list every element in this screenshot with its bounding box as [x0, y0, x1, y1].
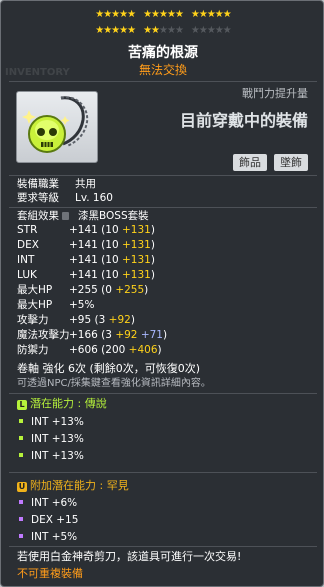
divider [9, 81, 317, 82]
stat-row-defense: 防禦力 +606 (200 +406) [17, 344, 162, 356]
currently-equipped-text: 目前穿戴中的裝備 [179, 111, 308, 130]
stat-row-dex: DEX +141 (10 +131) [17, 239, 155, 251]
star-row-1: ★★★★★ ★★★★★ ★★★★★ [1, 9, 323, 21]
additional-potential-header: U 附加潛在能力 : 罕見 [17, 479, 129, 492]
bullet-icon [19, 419, 23, 423]
level-requirement: 要求等級 Lv. 160 [17, 192, 113, 204]
star-group: ★★★★★ [143, 9, 184, 20]
divider [9, 207, 317, 208]
upgrade-info: 卷軸 強化 6次 (剩餘0次，可恢復0次) [17, 362, 201, 375]
stat-row-maxhp: 最大HP +255 (0 +255) [17, 284, 149, 296]
star-group: ★★★★★ [95, 9, 136, 20]
stat-row-magic-attack: 魔法攻擊力+166 (3 +92 +71) [17, 329, 168, 341]
set-effect: 套組效果 漆黑BOSS套裝 [17, 210, 149, 222]
potential-line: INT +13% [19, 450, 84, 462]
stat-row-str: STR +141 (10 +131) [17, 224, 155, 236]
category-badge-accessory: 飾品 [233, 154, 267, 171]
unique-tier-icon: U [17, 482, 27, 492]
empty-star-group: ★★★★★ [190, 25, 232, 36]
additional-potential-line: DEX +15 [19, 514, 78, 526]
additional-potential-line: INT +5% [19, 531, 77, 543]
scissors-note: 若使用白金神奇剪刀，該道具可進行一次交易! [17, 550, 242, 563]
star-row-2: ★★★★★ ★★★★★ ★★★★★ [1, 25, 323, 37]
bullet-icon [19, 453, 23, 457]
star-group: ★★★★★ [190, 9, 232, 20]
job-requirement: 裝備職業 共用 [17, 178, 96, 190]
bullet-icon [19, 517, 23, 521]
divider [9, 393, 317, 394]
divider [9, 175, 317, 176]
bullet-icon [19, 500, 23, 504]
star-group: ★★★★★ [95, 25, 136, 36]
potential-line: INT +13% [19, 433, 84, 445]
empty-star-group: ★★★ [159, 25, 184, 36]
category-badge-pendant: 墜飾 [274, 154, 308, 171]
trade-status: 無法交換 [138, 63, 187, 77]
potential-line: INT +13% [19, 416, 84, 428]
divider [9, 472, 317, 473]
bullet-icon [19, 436, 23, 440]
stat-row-attack: 攻擊力 +95 (3 +92) [17, 314, 135, 326]
stat-row-int: INT +141 (10 +131) [17, 254, 155, 266]
item-icon-frame [16, 91, 98, 163]
stat-row-maxhp-percent: 最大HP +5% [17, 299, 95, 311]
bullet-icon [19, 534, 23, 538]
stat-row-luk: LUK +141 (10 +131) [17, 269, 155, 281]
power-increase-label: 戰鬥力提升量 [242, 87, 308, 100]
untradable-note: 不可重複裝備 [17, 567, 83, 580]
item-title: 苦痛的根源 [128, 45, 198, 61]
skull-pendant-icon [22, 96, 89, 153]
star-group: ★★ [143, 25, 160, 36]
lock-icon [62, 212, 69, 220]
potential-header: L 潛在能力 : 傳說 [17, 397, 107, 410]
legendary-tier-icon: L [17, 400, 27, 410]
item-tooltip: INVENTORY ★★★★★ ★★★★★ ★★★★★ ★★★★★ ★★★★★ ★★★★… [0, 0, 324, 587]
additional-potential-line: INT +6% [19, 497, 77, 509]
upgrade-hint: 可透過NPC/採集鍵查看強化資訊詳細內容。 [17, 378, 211, 389]
divider [9, 546, 317, 547]
